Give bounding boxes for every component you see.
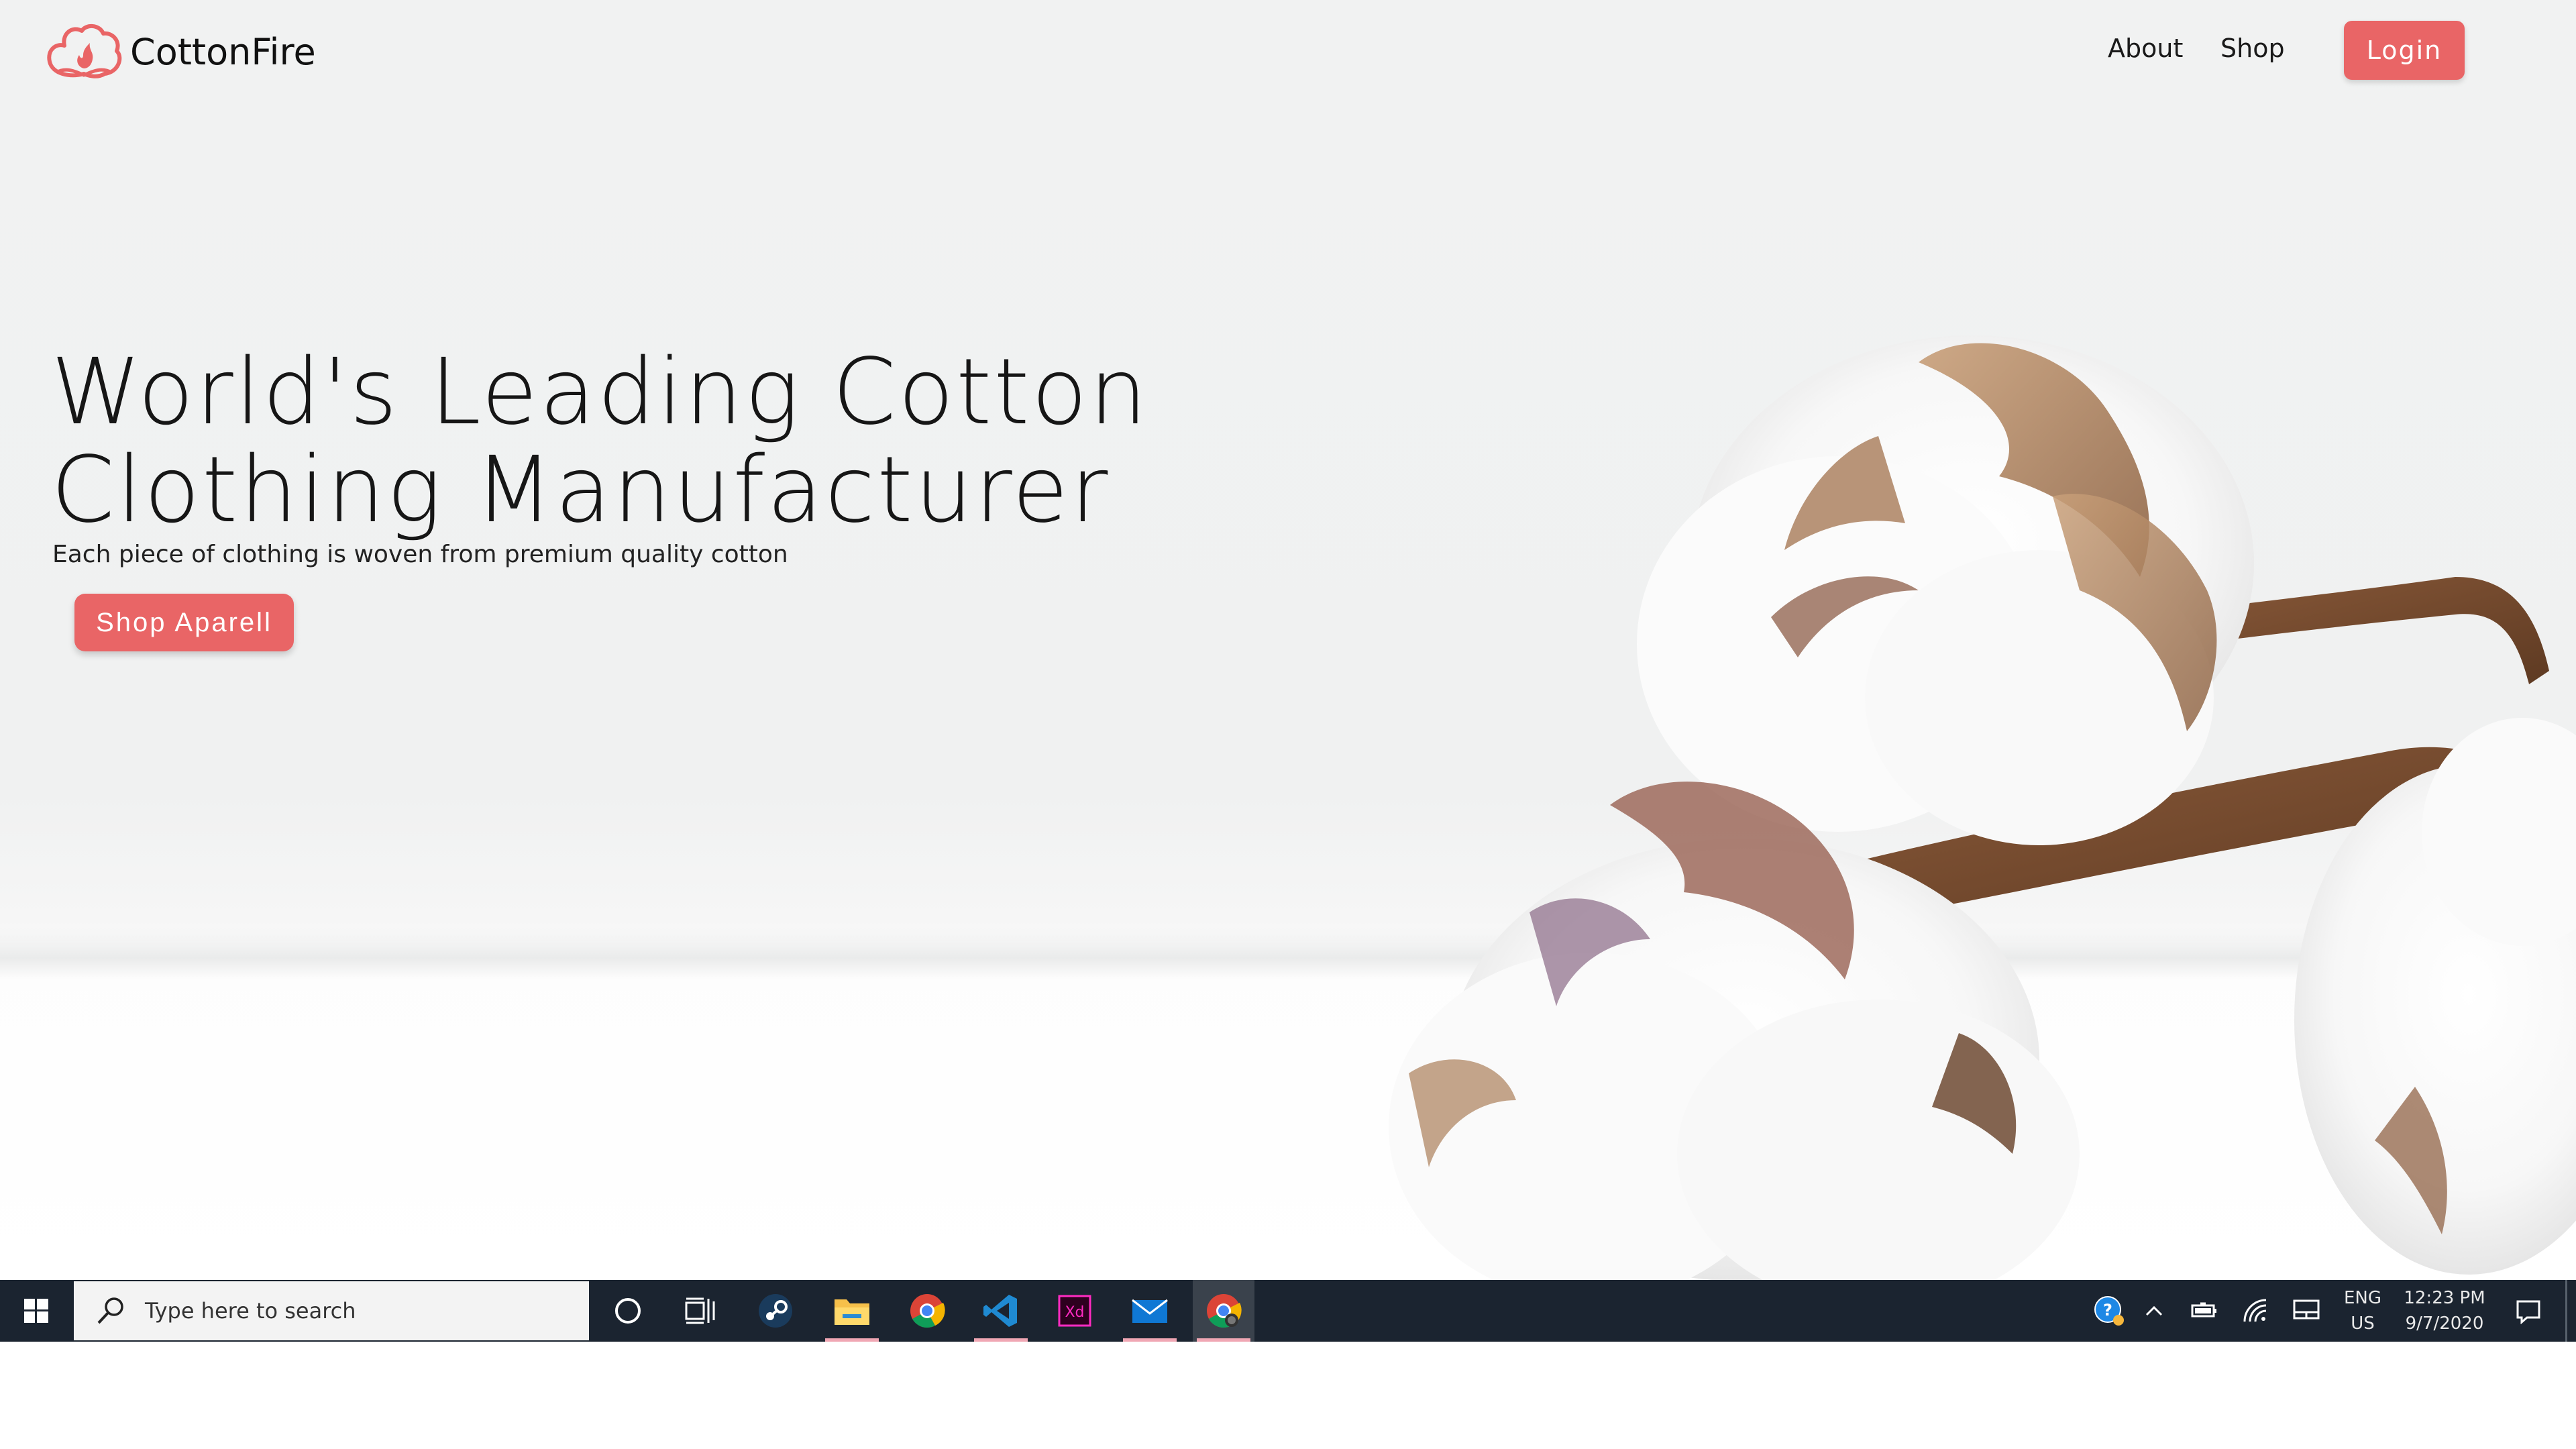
- clock-time: 12:23 PM: [2404, 1288, 2485, 1308]
- help-question-icon: ?: [2094, 1296, 2124, 1326]
- web-page: CottonFire About Shop Login World's Lead…: [0, 0, 2576, 1280]
- windows-logo-icon: [24, 1299, 48, 1323]
- brand-logo[interactable]: CottonFire: [43, 20, 316, 83]
- adobe-xd-icon: Xd: [1058, 1295, 1091, 1327]
- nav-about-link[interactable]: About: [2108, 34, 2183, 63]
- cotton-plant-image: [1389, 335, 2576, 1280]
- cortana-icon: [615, 1298, 641, 1324]
- windows-taskbar: Type here to search Xd ? ENG US 12:23 PM…: [0, 1280, 2576, 1342]
- chrome-taskbar-button[interactable]: [896, 1280, 958, 1342]
- action-center-button[interactable]: [2505, 1280, 2552, 1342]
- chrome-icon: [910, 1294, 945, 1328]
- wifi-icon: [2243, 1299, 2267, 1322]
- display-icon: [2293, 1299, 2320, 1320]
- start-button[interactable]: [0, 1280, 72, 1342]
- language-label: ENG: [2343, 1288, 2382, 1308]
- search-placeholder: Type here to search: [145, 1298, 356, 1324]
- svg-text:?: ?: [2103, 1301, 2112, 1320]
- mail-taskbar-button[interactable]: [1119, 1280, 1181, 1342]
- battery-tray-button[interactable]: [2186, 1280, 2223, 1342]
- show-desktop-divider[interactable]: [2565, 1280, 2567, 1342]
- file-explorer-icon: [835, 1299, 869, 1325]
- clock-date: 9/7/2020: [2405, 1313, 2484, 1334]
- hero-title: World's Leading Cotton Clothing Manufact…: [51, 343, 1191, 539]
- steam-icon: [759, 1294, 792, 1328]
- taskbar-search-box[interactable]: Type here to search: [72, 1280, 590, 1342]
- file-explorer-taskbar-button[interactable]: [821, 1280, 883, 1342]
- hero-title-line-2: Clothing Manufacturer: [51, 437, 1110, 543]
- task-view-icon: [685, 1297, 715, 1324]
- vscode-taskbar-button[interactable]: [970, 1280, 1032, 1342]
- chrome-canary-taskbar-button[interactable]: [1193, 1280, 1254, 1342]
- running-indicator: [974, 1338, 1028, 1342]
- network-tray-button[interactable]: [2237, 1280, 2274, 1342]
- region-label: US: [2351, 1313, 2375, 1334]
- tablet-mode-tray-button[interactable]: [2288, 1280, 2325, 1342]
- notifications-icon: [2516, 1300, 2540, 1324]
- brand-name: CottonFire: [130, 30, 316, 73]
- chevron-up-icon: [2145, 1305, 2163, 1316]
- cortana-button[interactable]: [597, 1280, 659, 1342]
- search-icon: [97, 1297, 123, 1324]
- hero-title-line-1: World's Leading Cotton: [51, 339, 1149, 445]
- clock[interactable]: 12:23 PM 9/7/2020: [2396, 1280, 2493, 1342]
- running-indicator: [1197, 1338, 1250, 1342]
- mail-icon: [1132, 1299, 1168, 1323]
- hero-subtitle: Each piece of clothing is woven from pre…: [52, 541, 788, 568]
- vscode-icon: [983, 1295, 1017, 1327]
- running-indicator: [825, 1338, 879, 1342]
- show-hidden-icons-button[interactable]: [2137, 1280, 2171, 1342]
- help-tray-button[interactable]: ?: [2090, 1280, 2128, 1342]
- shop-apparel-button[interactable]: Shop Aparell: [74, 594, 294, 651]
- cotton-flame-logo-icon: [47, 24, 122, 78]
- input-language-indicator[interactable]: ENG US: [2337, 1280, 2388, 1342]
- task-view-button[interactable]: [669, 1280, 731, 1342]
- svg-text:Xd: Xd: [1065, 1304, 1084, 1321]
- battery-icon: [2191, 1302, 2216, 1318]
- chrome-canary-icon: [1207, 1294, 1242, 1328]
- nav-shop-link[interactable]: Shop: [2220, 34, 2285, 63]
- steam-taskbar-button[interactable]: [745, 1280, 806, 1342]
- adobe-xd-taskbar-button[interactable]: Xd: [1044, 1280, 1106, 1342]
- login-button[interactable]: Login: [2344, 21, 2465, 80]
- running-indicator: [1123, 1338, 1177, 1342]
